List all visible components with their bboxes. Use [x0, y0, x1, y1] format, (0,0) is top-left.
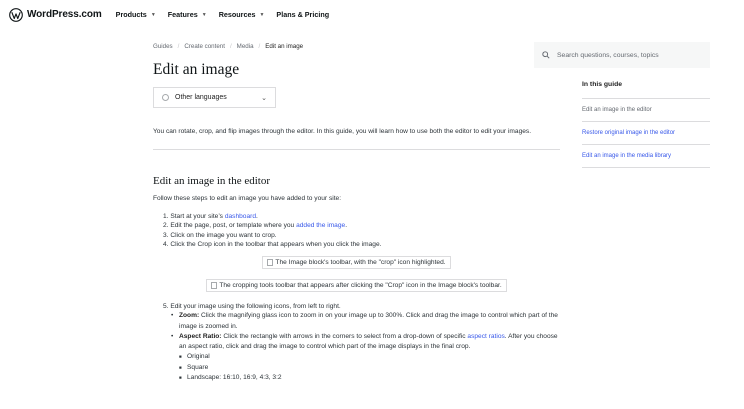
nav-products[interactable]: Products ▼ [116, 10, 156, 19]
zoom-text: Click the magnifying glass icon to zoom … [179, 312, 558, 330]
step-2-text: 2. Edit the page, post, or template wher… [163, 222, 297, 230]
search-box[interactable] [534, 42, 710, 68]
breadcrumb: Guides / Create content / Media / Edit a… [153, 43, 560, 50]
chevron-down-icon: ▼ [259, 11, 265, 18]
breadcrumb-separator: / [229, 43, 232, 50]
chevron-down-icon: ▼ [150, 11, 156, 18]
dashboard-link[interactable]: dashboard [225, 213, 256, 220]
step-3: 3. Click on the image you want to crop. [163, 231, 277, 239]
search-input[interactable] [557, 51, 697, 59]
search-icon [542, 51, 550, 59]
language-select-label: Other languages [175, 94, 227, 101]
aspect-option-landscape: Landscape: 16:10, 16:9, 4:3, 3:2 [179, 373, 560, 383]
step-4: 4. Click the Crop icon in the toolbar th… [163, 240, 382, 248]
breadcrumb-separator: / [258, 43, 261, 50]
breadcrumb-media[interactable]: Media [237, 43, 254, 50]
aspect-options-list: Original Square Landscape: 16:10, 16:9, … [179, 352, 560, 383]
aspect-label: Aspect Ratio: [179, 332, 222, 340]
step-1-end: . [256, 213, 258, 220]
broken-image-icon [267, 259, 274, 267]
toc-item-restore-original[interactable]: Restore original image in the editor [582, 122, 710, 145]
intro-paragraph: You can rotate, crop, and flip images th… [153, 128, 532, 135]
step-2-end: . [345, 222, 348, 230]
breadcrumb-create-content[interactable]: Create content [184, 43, 225, 50]
nav-plans-label: Plans & Pricing [276, 10, 330, 19]
steps-list-continued: 5. Edit your image using the following i… [163, 302, 560, 311]
broken-image-1: The Image block's toolbar, with the "cro… [262, 256, 451, 270]
table-of-contents: In this guide Edit an image in the edito… [582, 80, 710, 168]
language-select[interactable]: Other languages ⌄ [153, 87, 276, 108]
nav-plans-pricing[interactable]: Plans & Pricing [276, 10, 329, 19]
nav-resources-label: Resources [218, 10, 256, 19]
step-2: 2. Edit the page, post, or template wher… [163, 221, 560, 230]
steps-list: 1. Start at your site’s dashboard. 2. Ed… [163, 212, 560, 249]
zoom-option: Zoom: Click the magnifying glass icon to… [171, 311, 560, 331]
chevron-down-icon: ⌄ [261, 94, 267, 102]
aspect-option-square: Square [179, 363, 560, 373]
image-alt-text: The cropping tools toolbar that appears … [219, 282, 502, 290]
nav-features-label: Features [167, 10, 198, 19]
section-heading: Edit an image in the editor [153, 175, 270, 187]
logo[interactable]: WordPress.com [9, 7, 102, 22]
image-placeholder-1: The Image block's toolbar, with the "cro… [153, 256, 560, 270]
breadcrumb-current: Edit an image [265, 43, 304, 50]
nav-resources[interactable]: Resources ▼ [219, 10, 265, 19]
nav-products-label: Products [115, 10, 147, 19]
section-lead: Follow these steps to edit an image you … [153, 195, 342, 202]
toc-item-edit-in-media-library[interactable]: Edit an image in the media library [582, 145, 710, 168]
step-1-text: 1. Start at your site’s [163, 213, 225, 220]
broken-image-icon [211, 282, 218, 290]
main-content: Guides / Create content / Media / Edit a… [153, 43, 560, 383]
chevron-down-icon: ▼ [201, 11, 207, 18]
nav-links: Products ▼ Features ▼ Resources ▼ Plans … [116, 10, 329, 19]
step-5: 5. Edit your image using the following i… [163, 303, 341, 311]
zoom-label: Zoom: [179, 312, 200, 320]
aspect-text: Click the rectangle with arrows in the c… [221, 332, 468, 340]
aspect-option-original: Original [179, 352, 560, 362]
breadcrumb-guides[interactable]: Guides [153, 43, 173, 50]
breadcrumb-separator: / [177, 43, 180, 50]
nav-features[interactable]: Features ▼ [168, 10, 207, 19]
top-nav: WordPress.com Products ▼ Features ▼ Reso… [0, 0, 744, 29]
aspect-ratios-link[interactable]: aspect ratios [467, 333, 504, 340]
image-placeholder-2: The cropping tools toolbar that appears … [153, 279, 560, 293]
toc-title: In this guide [582, 80, 710, 99]
globe-icon [162, 94, 169, 101]
logo-text: WordPress.com [27, 9, 102, 20]
toc-item-edit-in-editor[interactable]: Edit an image in the editor [582, 99, 710, 122]
image-alt-text: The Image block's toolbar, with the "cro… [275, 259, 446, 267]
wordpress-logo-icon [9, 7, 23, 22]
divider [153, 149, 560, 150]
broken-image-2: The cropping tools toolbar that appears … [206, 279, 507, 293]
step-1: 1. Start at your site’s dashboard. [163, 212, 560, 221]
aspect-ratio-option: Aspect Ratio: Click the rectangle with a… [171, 332, 560, 383]
added-image-link[interactable]: added the image [296, 222, 345, 229]
page-title: Edit an image [153, 61, 240, 78]
edit-options-list: Zoom: Click the magnifying glass icon to… [171, 311, 560, 383]
